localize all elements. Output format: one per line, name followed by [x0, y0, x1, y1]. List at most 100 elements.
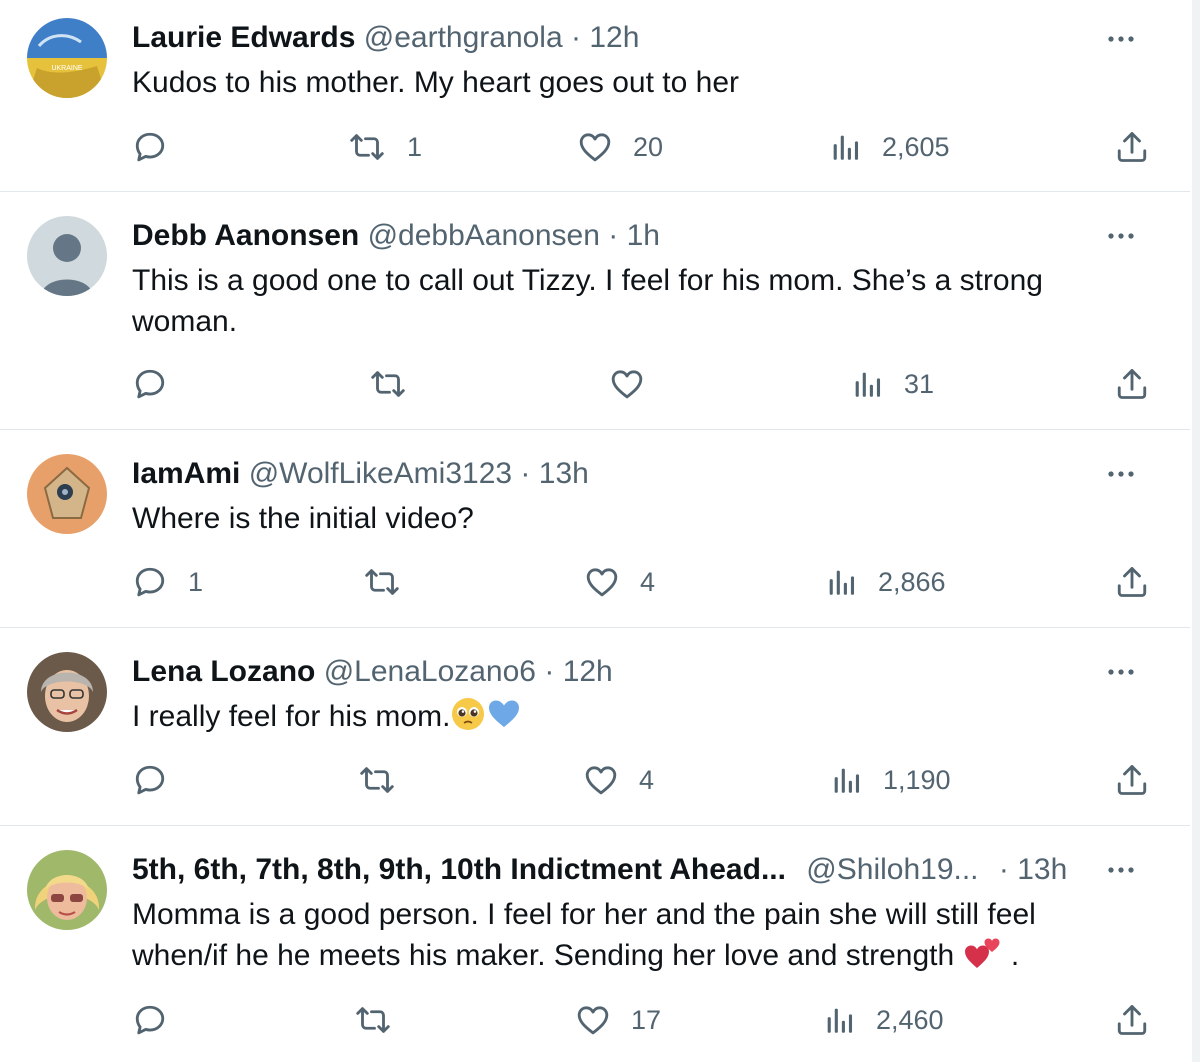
reply-icon — [132, 1002, 168, 1038]
more-icon — [1106, 221, 1136, 251]
share-icon — [1114, 129, 1150, 165]
user-handle[interactable]: @WolfLikeAmi3123 — [249, 457, 512, 490]
retweet-button[interactable] — [353, 996, 393, 1044]
avatar[interactable] — [27, 652, 107, 732]
reply-button[interactable] — [132, 360, 168, 408]
user-handle[interactable]: @debbAanonsen — [368, 219, 600, 252]
timestamp[interactable]: 13h — [1017, 853, 1067, 886]
tweet-text-container: Momma is a good person. I feel for her a… — [132, 894, 1092, 976]
action-bar: 1 4 2,866 — [0, 558, 1190, 606]
tweet-text: This is a good one to call out Tizzy. I … — [132, 264, 1043, 338]
timestamp[interactable]: 12h — [589, 21, 639, 54]
like-button[interactable]: 20 — [577, 123, 663, 171]
like-button[interactable] — [609, 360, 645, 408]
views-count: 1,190 — [883, 764, 951, 795]
like-count: 4 — [640, 566, 656, 597]
share-button[interactable] — [1114, 360, 1150, 408]
display-name[interactable]: Debb Aanonsen — [132, 219, 359, 252]
avatar[interactable] — [27, 454, 107, 534]
more-options-button[interactable] — [1104, 221, 1138, 251]
like-count: 20 — [633, 131, 664, 162]
share-button[interactable] — [1114, 123, 1150, 171]
reply-icon — [132, 564, 168, 600]
scrollbar-track[interactable] — [1192, 0, 1200, 1062]
reply-button[interactable] — [132, 756, 168, 804]
retweet-icon — [357, 762, 397, 798]
tweet-card[interactable]: Debb Aanonsen @debbAanonsen · 1h This is… — [0, 192, 1190, 430]
display-name[interactable]: Lena Lozano — [132, 655, 315, 688]
heart-icon — [583, 762, 619, 798]
timestamp[interactable]: 12h — [563, 655, 613, 688]
views-icon — [822, 1002, 856, 1038]
share-button[interactable] — [1114, 756, 1150, 804]
tweet-card[interactable]: UKRAINE Laurie Edwards @earthgranola · 1… — [0, 0, 1190, 192]
reply-button[interactable]: 1 — [132, 558, 203, 606]
views-count: 2,866 — [878, 566, 946, 597]
separator: · — [998, 853, 1009, 886]
tweet-text: I really feel for his mom. — [132, 700, 451, 733]
share-icon — [1114, 366, 1150, 402]
like-count: 4 — [639, 764, 655, 795]
tweet-header: Lena Lozano @LenaLozano6 · 12h — [132, 654, 613, 690]
tweet-card[interactable]: 5th, 6th, 7th, 8th, 9th, 10th Indictment… — [0, 826, 1190, 1062]
retweet-button[interactable]: 1 — [347, 123, 422, 171]
tweet-text: Kudos to his mother. My heart goes out t… — [132, 66, 740, 99]
action-bar: 31 — [0, 360, 1190, 408]
views-button[interactable]: 1,190 — [829, 756, 951, 804]
avatar[interactable] — [27, 850, 107, 930]
like-button[interactable]: 4 — [584, 558, 655, 606]
views-button[interactable]: 2,605 — [828, 123, 950, 171]
user-handle[interactable]: @LenaLozano6 — [324, 655, 536, 688]
like-button[interactable]: 17 — [575, 996, 661, 1044]
heart-icon — [584, 564, 620, 600]
views-button[interactable]: 2,866 — [824, 558, 946, 606]
views-icon — [828, 129, 862, 165]
reply-button[interactable] — [132, 123, 168, 171]
reply-count: 1 — [188, 566, 204, 597]
retweet-button[interactable] — [368, 360, 408, 408]
share-button[interactable] — [1114, 996, 1150, 1044]
tweet-header: IamAmi @WolfLikeAmi3123 · 13h — [132, 456, 589, 492]
reply-button[interactable] — [132, 996, 168, 1044]
more-options-button[interactable] — [1104, 657, 1138, 687]
more-options-button[interactable] — [1104, 459, 1138, 489]
avatar[interactable]: UKRAINE — [27, 18, 107, 98]
retweet-button[interactable] — [362, 558, 402, 606]
retweet-icon — [368, 366, 408, 402]
user-handle[interactable]: @earthgranola — [364, 21, 563, 54]
display-name[interactable]: 5th, 6th, 7th, 8th, 9th, 10th Indictment… — [132, 853, 786, 886]
views-count: 2,460 — [876, 1004, 944, 1035]
action-bar: 1 20 2,605 — [0, 123, 1190, 171]
avatar-ukraine-text: UKRAINE — [51, 65, 82, 72]
like-button[interactable]: 4 — [583, 756, 654, 804]
display-name[interactable]: IamAmi — [132, 457, 240, 490]
more-options-button[interactable] — [1104, 24, 1138, 54]
tweet-card[interactable]: Lena Lozano @LenaLozano6 · 12h I really … — [0, 628, 1190, 826]
share-icon — [1114, 1002, 1150, 1038]
tweet-text-line-two: when/if he he meets his maker. Sending h… — [132, 939, 955, 972]
views-count: 31 — [904, 368, 935, 399]
heart-icon — [577, 129, 613, 165]
user-handle[interactable]: @Shiloh19... — [806, 853, 978, 886]
tweet-text-line: Momma is a good person. I feel for her a… — [132, 898, 1036, 931]
retweet-button[interactable] — [357, 756, 397, 804]
more-options-button[interactable] — [1104, 855, 1138, 885]
views-count: 2,605 — [882, 131, 950, 162]
heart-icon — [575, 1002, 611, 1038]
reply-icon — [132, 366, 168, 402]
avatar[interactable] — [27, 216, 107, 296]
two-hearts-emoji-icon — [964, 938, 1000, 968]
timestamp[interactable]: 13h — [539, 457, 589, 490]
display-name[interactable]: Laurie Edwards — [132, 21, 355, 54]
action-bar: 17 2,460 — [0, 996, 1190, 1044]
tweet-text-container: I really feel for his mom. — [132, 696, 1092, 737]
views-button[interactable]: 31 — [850, 360, 934, 408]
tweet-card[interactable]: IamAmi @WolfLikeAmi3123 · 13h Where is t… — [0, 430, 1190, 628]
share-button[interactable] — [1114, 558, 1150, 606]
separator: · — [544, 655, 555, 688]
views-button[interactable]: 2,460 — [822, 996, 944, 1044]
tweet-text: Where is the initial video? — [132, 502, 474, 535]
tweet-text-end: . — [1010, 939, 1020, 972]
timestamp[interactable]: 1h — [627, 219, 660, 252]
action-bar: 4 1,190 — [0, 756, 1190, 804]
